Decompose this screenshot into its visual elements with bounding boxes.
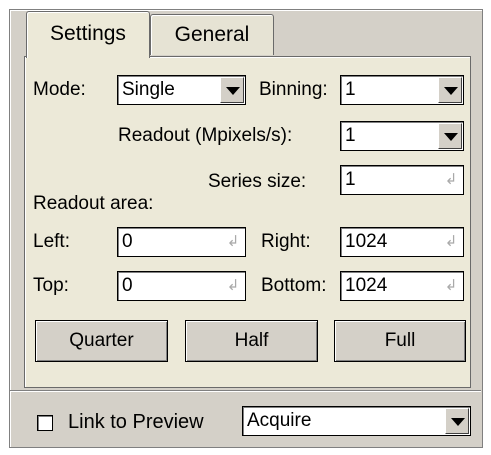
- enter-icon: ↲: [226, 277, 240, 294]
- bottom-label: Bottom:: [261, 275, 327, 296]
- chevron-down-icon[interactable]: [445, 408, 469, 434]
- bottom-input[interactable]: 1024 ↲: [340, 271, 464, 301]
- readout-area-label: Readout area:: [33, 193, 154, 214]
- enter-icon: ↲: [444, 233, 458, 250]
- binning-label: Binning:: [259, 79, 328, 100]
- left-value: 0: [122, 231, 133, 252]
- series-size-label: Series size:: [208, 171, 307, 192]
- mode-value: Single: [122, 79, 175, 100]
- mode-label: Mode:: [33, 79, 86, 100]
- series-size-input[interactable]: 1 ↲: [340, 165, 464, 195]
- readout-speed-label: Readout (Mpixels/s):: [118, 125, 293, 146]
- action-select[interactable]: Acquire: [242, 406, 471, 436]
- full-button[interactable]: Full: [334, 320, 466, 362]
- chevron-down-icon[interactable]: [438, 77, 462, 103]
- left-label: Left:: [33, 231, 70, 252]
- left-input[interactable]: 0 ↲: [117, 227, 246, 257]
- enter-icon: ↲: [444, 171, 458, 188]
- link-to-preview-checkbox[interactable]: [37, 415, 53, 431]
- action-value: Acquire: [247, 410, 312, 431]
- right-label: Right:: [261, 231, 311, 252]
- half-button[interactable]: Half: [185, 320, 318, 362]
- binning-select[interactable]: 1: [340, 75, 464, 105]
- divider: [10, 390, 481, 392]
- tab-general[interactable]: General: [150, 14, 274, 55]
- binning-value: 1: [345, 79, 356, 100]
- right-value: 1024: [345, 231, 388, 252]
- readout-speed-value: 1: [345, 125, 356, 146]
- enter-icon: ↲: [226, 233, 240, 250]
- settings-tab-content: Mode: Single Binning: 1 Readout (Mpixels…: [24, 56, 471, 388]
- right-input[interactable]: 1024 ↲: [340, 227, 464, 257]
- link-to-preview-label[interactable]: Link to Preview: [68, 410, 204, 434]
- top-input[interactable]: 0 ↲: [117, 271, 246, 301]
- top-label: Top:: [33, 275, 69, 296]
- enter-icon: ↲: [444, 277, 458, 294]
- tab-settings[interactable]: Settings: [26, 11, 150, 58]
- quarter-button[interactable]: Quarter: [35, 320, 168, 362]
- bottom-value: 1024: [345, 275, 388, 296]
- series-size-value: 1: [345, 169, 356, 190]
- readout-speed-select[interactable]: 1: [340, 121, 464, 151]
- chevron-down-icon[interactable]: [220, 77, 244, 103]
- top-value: 0: [122, 275, 133, 296]
- chevron-down-icon[interactable]: [438, 123, 462, 149]
- mode-select[interactable]: Single: [117, 75, 246, 105]
